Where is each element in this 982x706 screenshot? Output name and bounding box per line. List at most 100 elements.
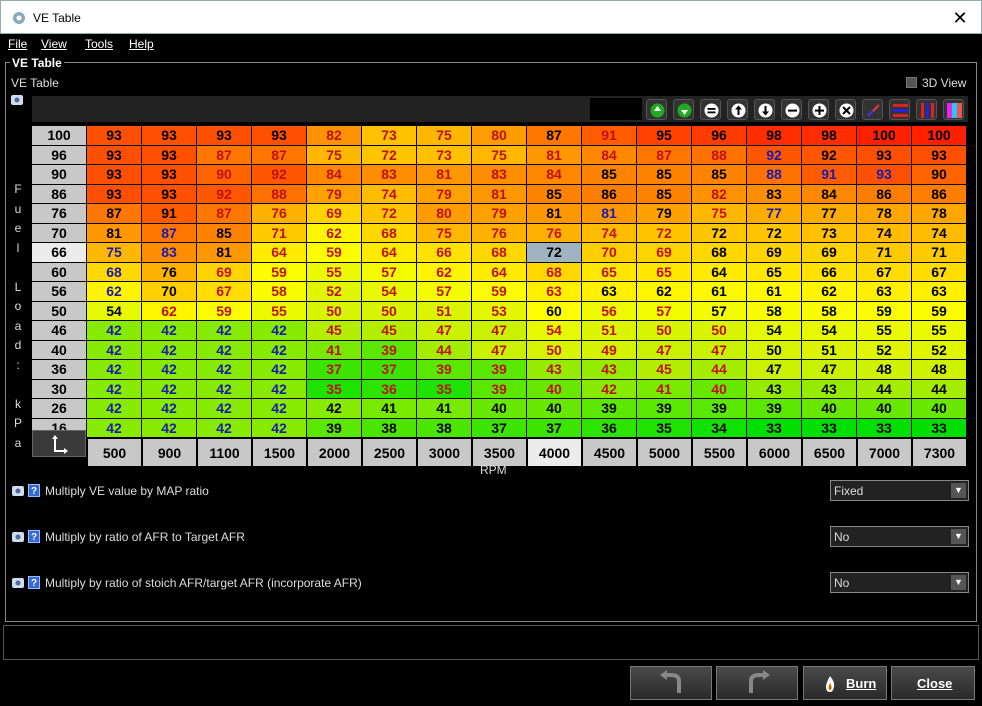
table-cell[interactable]: 42 <box>142 379 197 399</box>
table-cell[interactable]: 75 <box>472 145 527 165</box>
table-cell[interactable]: 40 <box>802 399 857 419</box>
table-cell[interactable]: 47 <box>802 360 857 380</box>
table-cell[interactable]: 64 <box>692 262 747 282</box>
table-cell[interactable]: 61 <box>692 282 747 302</box>
table-cell[interactable]: 59 <box>197 301 252 321</box>
table-cell[interactable]: 39 <box>362 340 417 360</box>
table-cell[interactable]: 87 <box>527 126 582 146</box>
table-cell[interactable]: 93 <box>87 145 142 165</box>
menu-help[interactable]: Help <box>129 37 154 51</box>
table-cell[interactable]: 35 <box>417 379 472 399</box>
close-icon[interactable]: ✕ <box>949 7 971 29</box>
table-cell[interactable]: 79 <box>307 184 362 204</box>
table-cell[interactable]: 45 <box>637 360 692 380</box>
table-cell[interactable]: 73 <box>802 223 857 243</box>
undo-button[interactable] <box>630 666 712 700</box>
table-cell[interactable]: 40 <box>527 379 582 399</box>
table-cell[interactable]: 95 <box>637 126 692 146</box>
table-cell[interactable]: 74 <box>582 223 637 243</box>
table-cell[interactable]: 68 <box>472 243 527 263</box>
table-cell[interactable]: 39 <box>472 379 527 399</box>
subtract-icon[interactable] <box>781 99 802 120</box>
burn-button[interactable]: Burn <box>803 666 887 700</box>
table-cell[interactable]: 43 <box>582 360 637 380</box>
table-cell[interactable]: 62 <box>637 282 692 302</box>
table-cell[interactable]: 91 <box>142 204 197 224</box>
table-cell[interactable]: 44 <box>912 379 967 399</box>
y-axis-value[interactable]: 36 <box>32 360 87 380</box>
x-axis-value[interactable]: 6500 <box>802 439 857 467</box>
table-cell[interactable]: 42 <box>252 360 307 380</box>
table-cell[interactable]: 83 <box>747 184 802 204</box>
table-cell[interactable]: 42 <box>307 399 362 419</box>
table-cell[interactable]: 80 <box>417 204 472 224</box>
table-cell[interactable]: 39 <box>417 360 472 380</box>
table-cell[interactable]: 59 <box>252 262 307 282</box>
table-cell[interactable]: 78 <box>857 204 912 224</box>
table-cell[interactable]: 42 <box>142 360 197 380</box>
table-cell[interactable]: 67 <box>857 262 912 282</box>
table-cell[interactable]: 43 <box>802 379 857 399</box>
table-cell[interactable]: 55 <box>307 262 362 282</box>
x-axis-value[interactable]: 3000 <box>417 439 472 467</box>
menu-tools[interactable]: Tools <box>85 37 113 51</box>
table-cell[interactable]: 50 <box>692 321 747 341</box>
y-axis-value[interactable]: 40 <box>32 340 87 360</box>
table-cell[interactable]: 41 <box>362 399 417 419</box>
table-cell[interactable]: 75 <box>417 223 472 243</box>
table-cell[interactable]: 62 <box>417 262 472 282</box>
table-cell[interactable]: 79 <box>472 204 527 224</box>
table-cell[interactable]: 72 <box>637 223 692 243</box>
table-cell[interactable]: 75 <box>692 204 747 224</box>
table-cell[interactable]: 62 <box>802 282 857 302</box>
table-cell[interactable]: 85 <box>527 184 582 204</box>
table-cell[interactable]: 43 <box>747 379 802 399</box>
help-icon[interactable]: ? <box>28 576 40 589</box>
interpolate-icon[interactable] <box>862 99 883 120</box>
table-cell[interactable]: 50 <box>527 340 582 360</box>
table-cell[interactable]: 48 <box>857 360 912 380</box>
table-cell[interactable]: 52 <box>307 282 362 302</box>
x-axis-value[interactable]: 4500 <box>582 439 637 467</box>
table-cell[interactable]: 76 <box>142 262 197 282</box>
menu-file[interactable]: File <box>8 37 27 51</box>
add-icon[interactable] <box>808 99 829 120</box>
table-cell[interactable]: 86 <box>857 184 912 204</box>
x-axis-value[interactable]: 5500 <box>692 439 747 467</box>
table-cell[interactable]: 42 <box>87 399 142 419</box>
x-axis-value[interactable]: 500 <box>87 439 142 467</box>
table-cell[interactable]: 42 <box>87 418 142 438</box>
table-cell[interactable]: 42 <box>142 321 197 341</box>
table-cell[interactable]: 98 <box>747 126 802 146</box>
table-cell[interactable]: 82 <box>307 126 362 146</box>
chevron-down-icon[interactable]: ▼ <box>951 529 966 544</box>
table-cell[interactable]: 73 <box>417 145 472 165</box>
table-cell[interactable]: 35 <box>637 418 692 438</box>
y-axis-value[interactable]: 26 <box>32 399 87 419</box>
table-cell[interactable]: 42 <box>197 321 252 341</box>
table-cell[interactable]: 67 <box>197 282 252 302</box>
table-cell[interactable]: 93 <box>142 184 197 204</box>
table-cell[interactable]: 62 <box>87 282 142 302</box>
table-cell[interactable]: 55 <box>912 321 967 341</box>
stoich-ratio-select[interactable]: No ▼ <box>830 572 969 593</box>
table-cell[interactable]: 39 <box>747 399 802 419</box>
y-axis-value[interactable]: 50 <box>32 301 87 321</box>
table-cell[interactable]: 77 <box>802 204 857 224</box>
table-cell[interactable]: 51 <box>802 340 857 360</box>
x-axis-value[interactable]: 4000 <box>527 439 582 467</box>
set-equal-icon[interactable] <box>700 99 721 120</box>
table-cell[interactable]: 64 <box>472 262 527 282</box>
table-cell[interactable]: 36 <box>582 418 637 438</box>
table-cell[interactable]: 58 <box>802 301 857 321</box>
table-cell[interactable]: 50 <box>307 301 362 321</box>
table-cell[interactable]: 42 <box>252 321 307 341</box>
table-cell[interactable]: 39 <box>472 360 527 380</box>
table-cell[interactable]: 83 <box>142 243 197 263</box>
table-cell[interactable]: 77 <box>747 204 802 224</box>
table-cell[interactable]: 47 <box>637 340 692 360</box>
table-cell[interactable]: 54 <box>527 321 582 341</box>
table-cell[interactable]: 36 <box>362 379 417 399</box>
table-cell[interactable]: 57 <box>417 282 472 302</box>
table-cell[interactable]: 59 <box>472 282 527 302</box>
